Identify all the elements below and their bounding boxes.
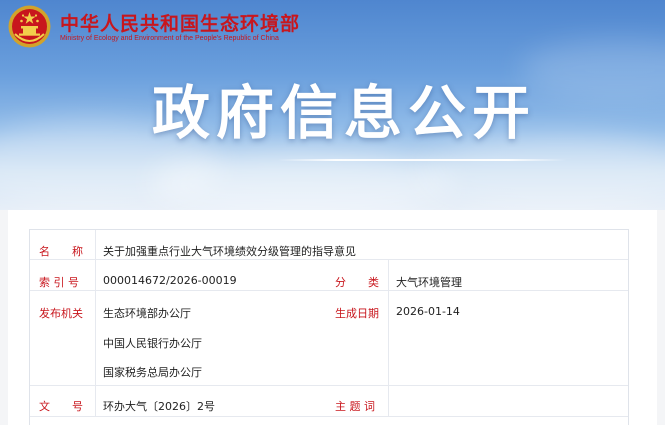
title-underline — [277, 159, 567, 161]
index-number-label: 索 引 号 — [39, 276, 79, 289]
document-name: 关于加强重点行业大气环境绩效分级管理的指导意见 — [103, 245, 356, 258]
row-separator — [30, 385, 628, 386]
header-banner: 中华人民共和国生态环境部 Ministry of Ecology and Env… — [0, 0, 665, 210]
column-divider — [95, 230, 96, 259]
row-separator — [30, 259, 628, 260]
document-info-table: 名 称 关于加强重点行业大气环境绩效分级管理的指导意见 索 引 号 000014… — [29, 229, 629, 425]
cloud-decoration — [520, 40, 665, 100]
date-value: 2026-01-14 — [396, 305, 460, 318]
publisher-item: 生态环境部办公厅 — [103, 307, 191, 320]
category-label: 分 类 — [335, 276, 379, 289]
publisher-item: 中国人民银行办公厅 — [103, 337, 202, 350]
column-divider — [95, 386, 96, 416]
date-label: 生成日期 — [335, 307, 379, 320]
column-divider — [388, 260, 389, 290]
name-label: 名 称 — [39, 245, 83, 258]
publisher-label: 发布机关 — [39, 307, 83, 320]
index-number: 000014672/2026-00019 — [103, 274, 237, 287]
row-separator — [30, 290, 628, 291]
publisher-item: 国家税务总局办公厅 — [103, 366, 202, 379]
column-divider — [95, 291, 96, 385]
row-separator — [30, 416, 628, 417]
keywords-label: 主 题 词 — [335, 400, 375, 413]
column-divider — [388, 291, 389, 385]
column-divider — [95, 260, 96, 290]
ministry-name-cn[interactable]: 中华人民共和国生态环境部 — [60, 9, 300, 36]
ministry-name-en[interactable]: Ministry of Ecology and Environment of t… — [60, 35, 279, 42]
column-divider — [388, 386, 389, 416]
national-emblem-icon[interactable] — [7, 4, 52, 49]
document-number-label: 文 号 — [39, 400, 83, 413]
page-title: 政府信息公开 — [152, 79, 537, 147]
document-number: 环办大气〔2026〕2号 — [103, 400, 215, 413]
category-value: 大气环境管理 — [396, 276, 462, 289]
